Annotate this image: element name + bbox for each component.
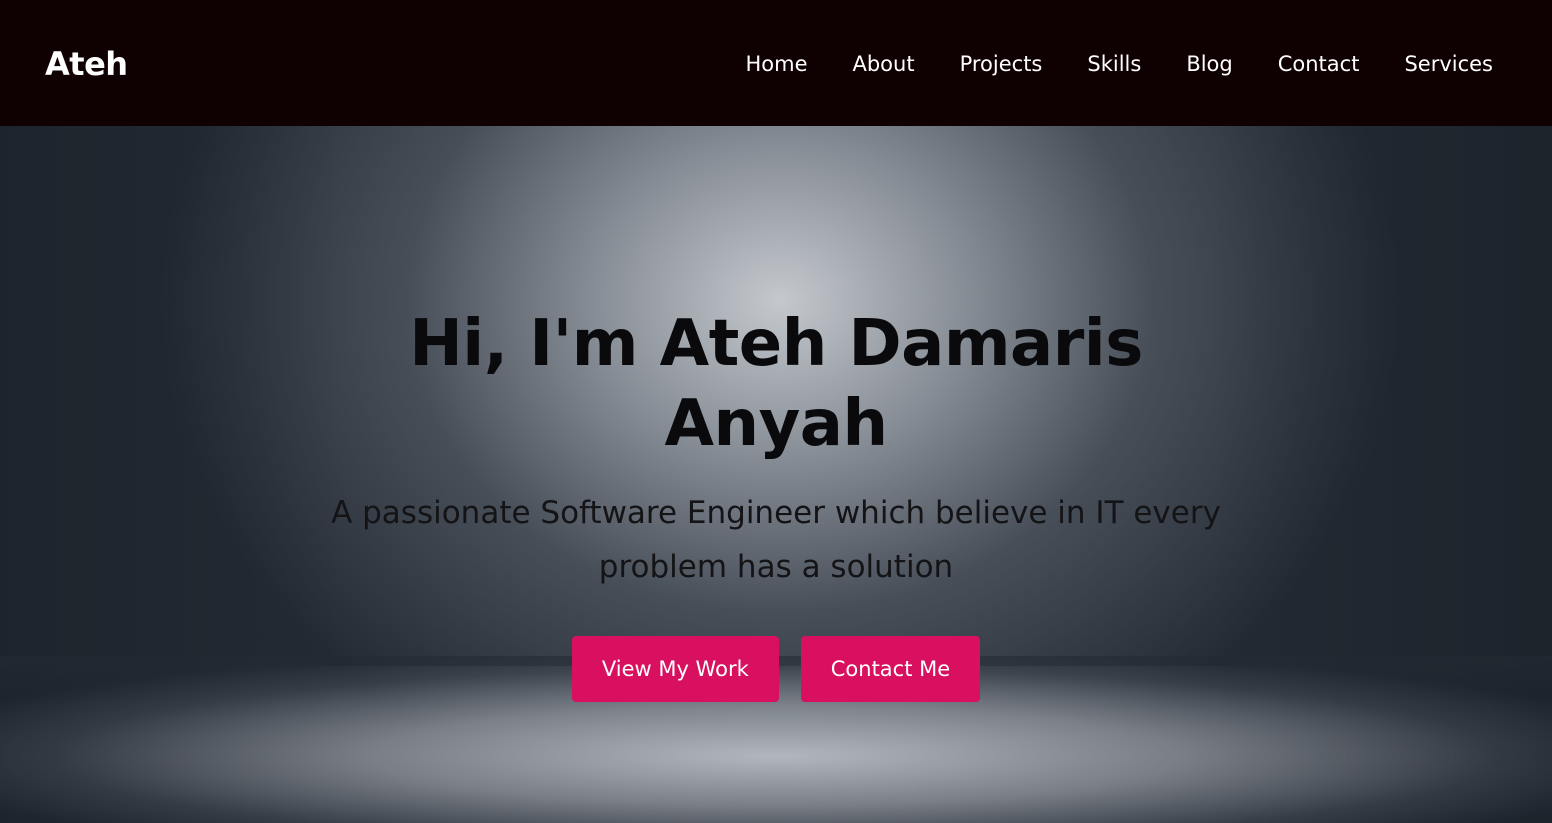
hero-title: Hi, I'm Ateh Damaris Anyah	[409, 307, 1143, 461]
view-my-work-button[interactable]: View My Work	[571, 636, 779, 702]
nav-link-skills[interactable]: Skills	[1087, 52, 1141, 76]
contact-me-button[interactable]: Contact Me	[800, 636, 981, 702]
hero-subtitle: A passionate Software Engineer which bel…	[331, 495, 1221, 585]
nav-link-about[interactable]: About	[852, 52, 914, 76]
nav-links: Home About Projects Skills Blog Contact …	[745, 48, 1493, 80]
nav-link-blog[interactable]: Blog	[1186, 52, 1232, 76]
nav-item-home: Home	[745, 48, 807, 80]
nav-link-services[interactable]: Services	[1404, 52, 1493, 76]
nav-item-about: About	[852, 48, 914, 80]
nav-link-home[interactable]: Home	[745, 52, 807, 76]
nav-link-projects[interactable]: Projects	[960, 52, 1043, 76]
hero-buttons: View My Work Contact Me	[0, 636, 1552, 702]
hero-section: Hi, I'm Ateh Damaris Anyah A passionate …	[0, 126, 1552, 823]
brand-logo[interactable]: Ateh	[45, 42, 128, 86]
hero-content: Hi, I'm Ateh Damaris Anyah A passionate …	[0, 304, 1552, 702]
nav-item-services: Services	[1404, 48, 1493, 80]
nav-item-blog: Blog	[1186, 48, 1232, 80]
nav-item-projects: Projects	[960, 48, 1043, 80]
nav-link-contact[interactable]: Contact	[1278, 52, 1360, 76]
nav-item-skills: Skills	[1087, 48, 1141, 80]
nav-item-contact: Contact	[1278, 48, 1360, 80]
top-navbar: Ateh Home About Projects Skills Blog Con…	[0, 0, 1552, 126]
